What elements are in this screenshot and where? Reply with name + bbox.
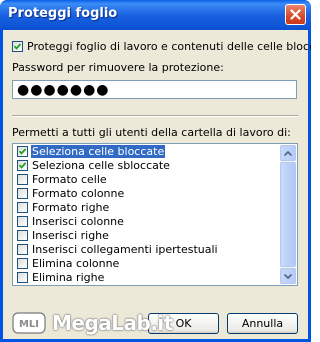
- scroll-down-icon: [284, 273, 292, 279]
- list-item-checkbox[interactable]: [17, 230, 28, 241]
- list-item-label: Seleziona celle sbloccate: [32, 159, 170, 172]
- watermark-logo-text: MLI: [19, 319, 39, 330]
- list-item-label: Inserisci righe: [32, 229, 109, 242]
- list-item[interactable]: Formato righe: [14, 201, 281, 214]
- separator: [12, 115, 298, 117]
- list-item[interactable]: Formato colonne: [14, 187, 281, 200]
- list-item-label: Formato righe: [32, 201, 110, 214]
- list-item-checkbox[interactable]: [17, 216, 28, 227]
- list-item[interactable]: Seleziona celle sbloccate: [14, 159, 281, 172]
- scroll-down-button[interactable]: [280, 268, 296, 284]
- list-item-label: Formato colonne: [32, 187, 125, 200]
- list-scrollbar[interactable]: [280, 145, 296, 284]
- list-item-checkbox[interactable]: [17, 146, 28, 157]
- megalab-logo-icon: MLI: [12, 312, 46, 334]
- list-item-checkbox[interactable]: [17, 258, 28, 269]
- scroll-thumb[interactable]: [280, 162, 296, 267]
- password-value: ●●●●●●●: [17, 82, 110, 98]
- list-item[interactable]: Elimina colonne: [14, 257, 281, 270]
- list-item[interactable]: Inserisci collegamenti ipertestuali: [14, 243, 281, 256]
- list-item-label: Formato celle: [32, 173, 107, 186]
- check-icon: [18, 148, 27, 155]
- permissions-list[interactable]: Seleziona celle bloccate Seleziona celle…: [12, 143, 298, 286]
- password-label: Password per rimuovere la protezione:: [12, 61, 224, 74]
- check-icon: [18, 162, 27, 169]
- check-icon: [13, 43, 22, 50]
- title-bar[interactable]: Proteggi foglio: [0, 0, 311, 30]
- list-item-checkbox[interactable]: [17, 174, 28, 185]
- list-item-label: Elimina righe: [32, 271, 105, 284]
- list-item-checkbox[interactable]: [17, 188, 28, 199]
- dialog-body: Proteggi foglio di lavoro e contenuti de…: [3, 30, 311, 339]
- protect-checkbox-label[interactable]: Proteggi foglio di lavoro e contenuti de…: [27, 40, 311, 53]
- list-item-checkbox[interactable]: [17, 244, 28, 255]
- dialog-window: Proteggi foglio Proteggi foglio di lavor…: [0, 0, 311, 342]
- list-item[interactable]: Inserisci righe: [14, 229, 281, 242]
- list-item-label: Seleziona celle bloccate: [31, 145, 166, 158]
- protect-checkbox[interactable]: [12, 41, 23, 52]
- scroll-up-icon: [284, 150, 292, 156]
- list-item-checkbox[interactable]: [17, 202, 28, 213]
- list-item[interactable]: Elimina righe: [14, 271, 281, 284]
- password-field[interactable]: ●●●●●●●: [12, 80, 297, 99]
- window-title: Proteggi foglio: [8, 6, 118, 21]
- list-item[interactable]: Seleziona celle bloccate: [14, 145, 281, 158]
- list-item[interactable]: Formato celle: [14, 173, 281, 186]
- close-button[interactable]: [285, 4, 306, 25]
- list-item-checkbox[interactable]: [17, 272, 28, 283]
- permissions-label: Permetti a tutti gli utenti della cartel…: [12, 126, 291, 139]
- list-item-label: Inserisci colonne: [32, 215, 124, 228]
- close-icon: [290, 9, 301, 20]
- scroll-up-button[interactable]: [280, 145, 296, 161]
- list-item-label: Inserisci collegamenti ipertestuali: [32, 243, 218, 256]
- list-item[interactable]: Inserisci colonne: [14, 215, 281, 228]
- cancel-button[interactable]: Annulla: [227, 313, 298, 334]
- watermark: MLI MegaLab.it: [12, 310, 177, 338]
- list-item-label: Elimina colonne: [32, 257, 120, 270]
- list-item-checkbox[interactable]: [17, 160, 28, 171]
- watermark-text: MegaLab.it: [52, 311, 173, 335]
